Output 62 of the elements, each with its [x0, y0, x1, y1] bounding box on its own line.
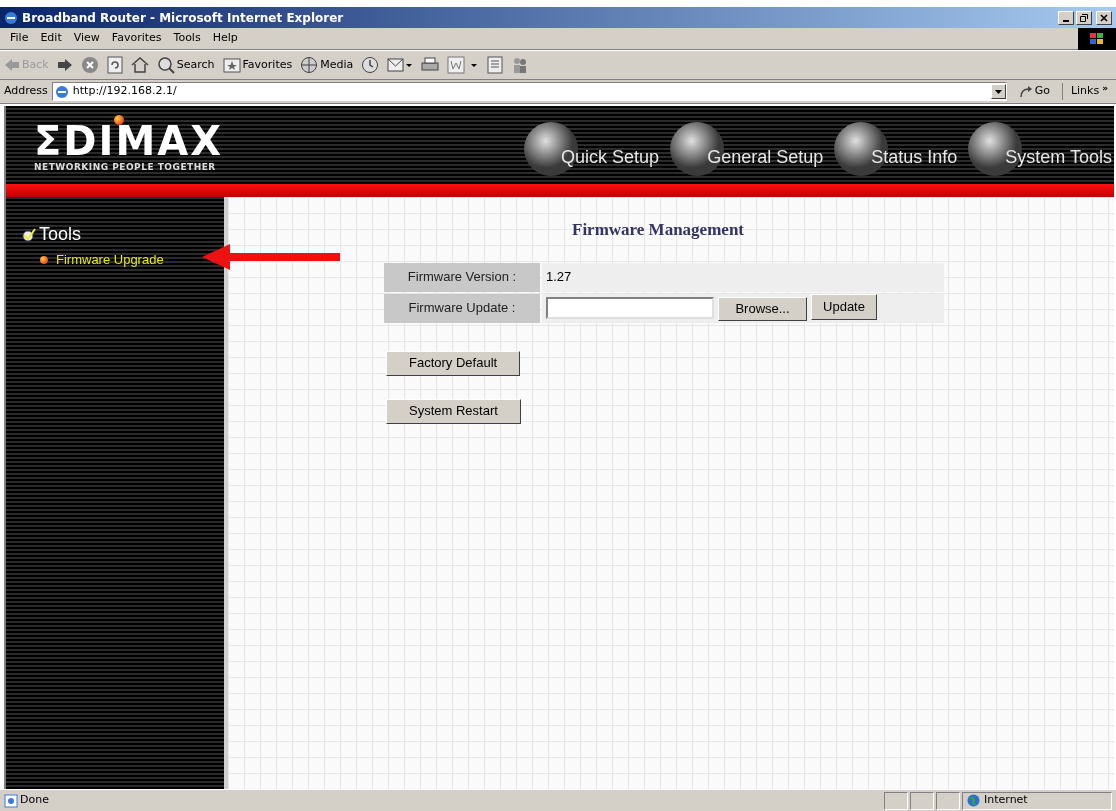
dropdown-button[interactable] [990, 84, 1006, 99]
go-button[interactable]: Go [1010, 83, 1058, 100]
status-panel [884, 791, 908, 810]
action-button[interactable]: Factory Default [386, 350, 521, 376]
home-icon[interactable] [130, 56, 149, 74]
nav-link[interactable]: Quick Setup [561, 144, 660, 171]
nav-link[interactable]: System Tools [1005, 144, 1112, 171]
printer-icon[interactable] [421, 56, 440, 74]
document-w-icon[interactable] [447, 56, 480, 74]
page-title: Firmware Management [571, 219, 745, 241]
status-text: Done [20, 792, 50, 809]
history-icon[interactable] [361, 56, 380, 74]
brand-logo: ΣDIMAX [34, 121, 223, 162]
field-label: Firmware Version : [384, 262, 540, 292]
sidebar-link[interactable]: Firmware Upgrade [56, 250, 164, 270]
curved-arrow-icon [1018, 84, 1033, 99]
menu-item[interactable]: Edit [34, 30, 68, 47]
mail-icon[interactable] [387, 56, 414, 74]
caret-icon [994, 89, 1002, 94]
status-panel [910, 791, 934, 810]
menu-item[interactable]: File [4, 30, 35, 47]
search-button[interactable]: Search [156, 56, 215, 74]
field-label: Firmware Update : [384, 293, 540, 323]
restore-icon [1080, 13, 1088, 22]
minimize-icon [1063, 19, 1069, 22]
close-button[interactable] [1096, 10, 1112, 25]
action-button[interactable]: System Restart [386, 398, 521, 424]
menu-item[interactable]: Tools [167, 30, 207, 47]
forward-arrow-icon[interactable] [56, 58, 73, 72]
window-title: Broadband Router - Microsoft Internet Explorer [22, 9, 345, 27]
media-button[interactable]: Media [300, 56, 354, 74]
restore-button[interactable] [1076, 10, 1092, 25]
document-icon[interactable] [487, 56, 504, 74]
minimize-button[interactable] [1058, 10, 1074, 25]
globe-icon [300, 56, 319, 74]
sidebar-heading: Tools [39, 223, 82, 246]
address-field[interactable]: http://192.168.2.1/ [51, 82, 1007, 101]
status-panel [936, 791, 960, 810]
zone-text: Internet [984, 792, 1028, 809]
refresh-icon[interactable] [106, 56, 123, 74]
address-label: Address [4, 83, 48, 100]
nav-link[interactable]: Status Info [871, 144, 958, 171]
star-folder-icon [222, 57, 241, 73]
nav-link[interactable]: General Setup [707, 144, 824, 171]
stop-icon[interactable] [80, 56, 99, 74]
update-button[interactable]: Update [811, 294, 877, 320]
links-button[interactable]: Links [1070, 83, 1100, 100]
favorites-button[interactable]: Favorites [222, 56, 293, 74]
file-path-field[interactable] [546, 297, 714, 319]
brand-tagline: NETWORKING PEOPLE TOGETHER [34, 161, 216, 175]
checkmark-icon [22, 227, 36, 242]
close-icon [1100, 13, 1108, 22]
menu-item[interactable]: Help [206, 30, 244, 47]
menu-item[interactable]: View [67, 30, 106, 47]
bullet-icon [40, 255, 48, 264]
browse-button[interactable]: Browse... [718, 297, 807, 321]
windows-logo-icon [1078, 27, 1116, 50]
search-icon [156, 56, 175, 74]
globe-icon [967, 794, 980, 807]
version-value: 1.27 [546, 268, 572, 287]
menu-item[interactable]: Favorites [105, 30, 168, 47]
chevron-icon[interactable]: » [1102, 83, 1108, 94]
